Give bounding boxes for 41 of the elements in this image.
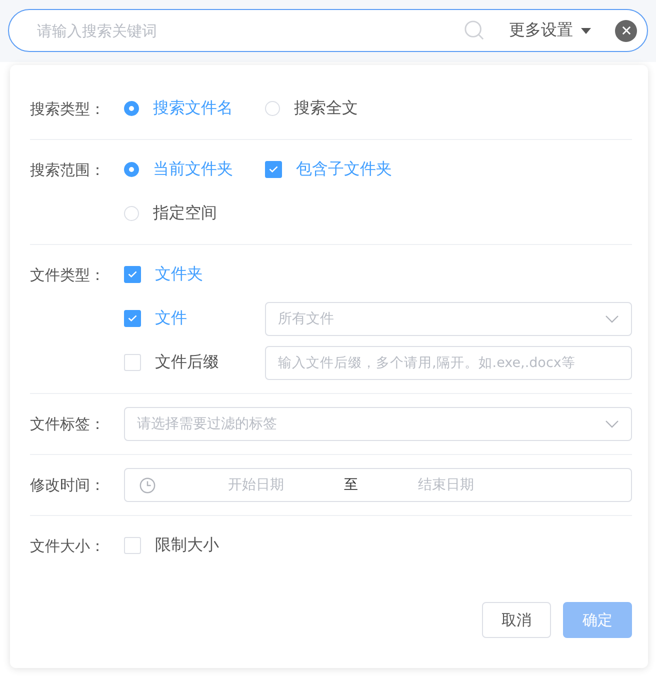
option-label: 文件夹 [155,264,203,285]
option-label: 包含子文件夹 [296,158,392,180]
start-date-placeholder: 开始日期 [227,476,285,494]
select-placeholder: 所有文件 [278,310,335,328]
radio-option[interactable]: 指定空间 [124,203,217,224]
option-label: 指定空间 [153,203,217,224]
suffix-input-field[interactable]: 输入文件后缀，多个请用,隔开。如.exe,.docx等 [265,346,632,380]
range-separator: 至 [343,476,359,494]
checkbox-option[interactable]: 文件后缀 [124,352,219,372]
search-field[interactable]: 请输入搜索关键词 更多设置 [8,9,648,52]
field-label: 修改时间： [30,476,106,494]
field-label: 文件标签： [30,414,106,434]
clear-button[interactable] [615,20,637,42]
cancel-button[interactable]: 取消 [482,602,551,638]
chevron-down-icon [605,420,619,428]
field-label: 搜索范围： [30,160,106,180]
end-date-placeholder: 结束日期 [417,476,475,494]
date-range-field[interactable]: 开始日期 至 结束日期 [124,468,632,502]
caret-icon [581,28,591,34]
search-icon[interactable] [464,20,485,41]
radio-icon[interactable] [124,101,139,116]
option-label: 搜索全文 [294,98,358,119]
option-label: 限制大小 [155,534,219,556]
select-placeholder: 请选择需要过滤的标签 [137,415,278,433]
checkbox[interactable] [265,160,282,178]
field-label: 搜索类型： [30,100,106,118]
clock-icon [139,476,156,494]
option-label: 当前文件夹 [153,159,233,180]
close-icon [622,26,630,35]
field-label: 文件类型： [30,266,106,284]
field-label: 文件大小： [30,536,106,556]
option-label: 搜索文件名 [153,98,233,119]
radio-option[interactable]: 搜索全文 [265,98,358,119]
chevron-down-icon [605,315,619,323]
checkbox[interactable] [124,310,141,327]
checkbox-option[interactable]: 限制大小 [124,534,219,556]
radio-icon[interactable] [124,162,139,177]
more-settings-dropdown[interactable]: 更多设置 [509,20,591,41]
option-label: 文件后缀 [155,352,219,372]
option-label: 文件 [155,308,187,329]
checkbox[interactable] [124,266,141,283]
